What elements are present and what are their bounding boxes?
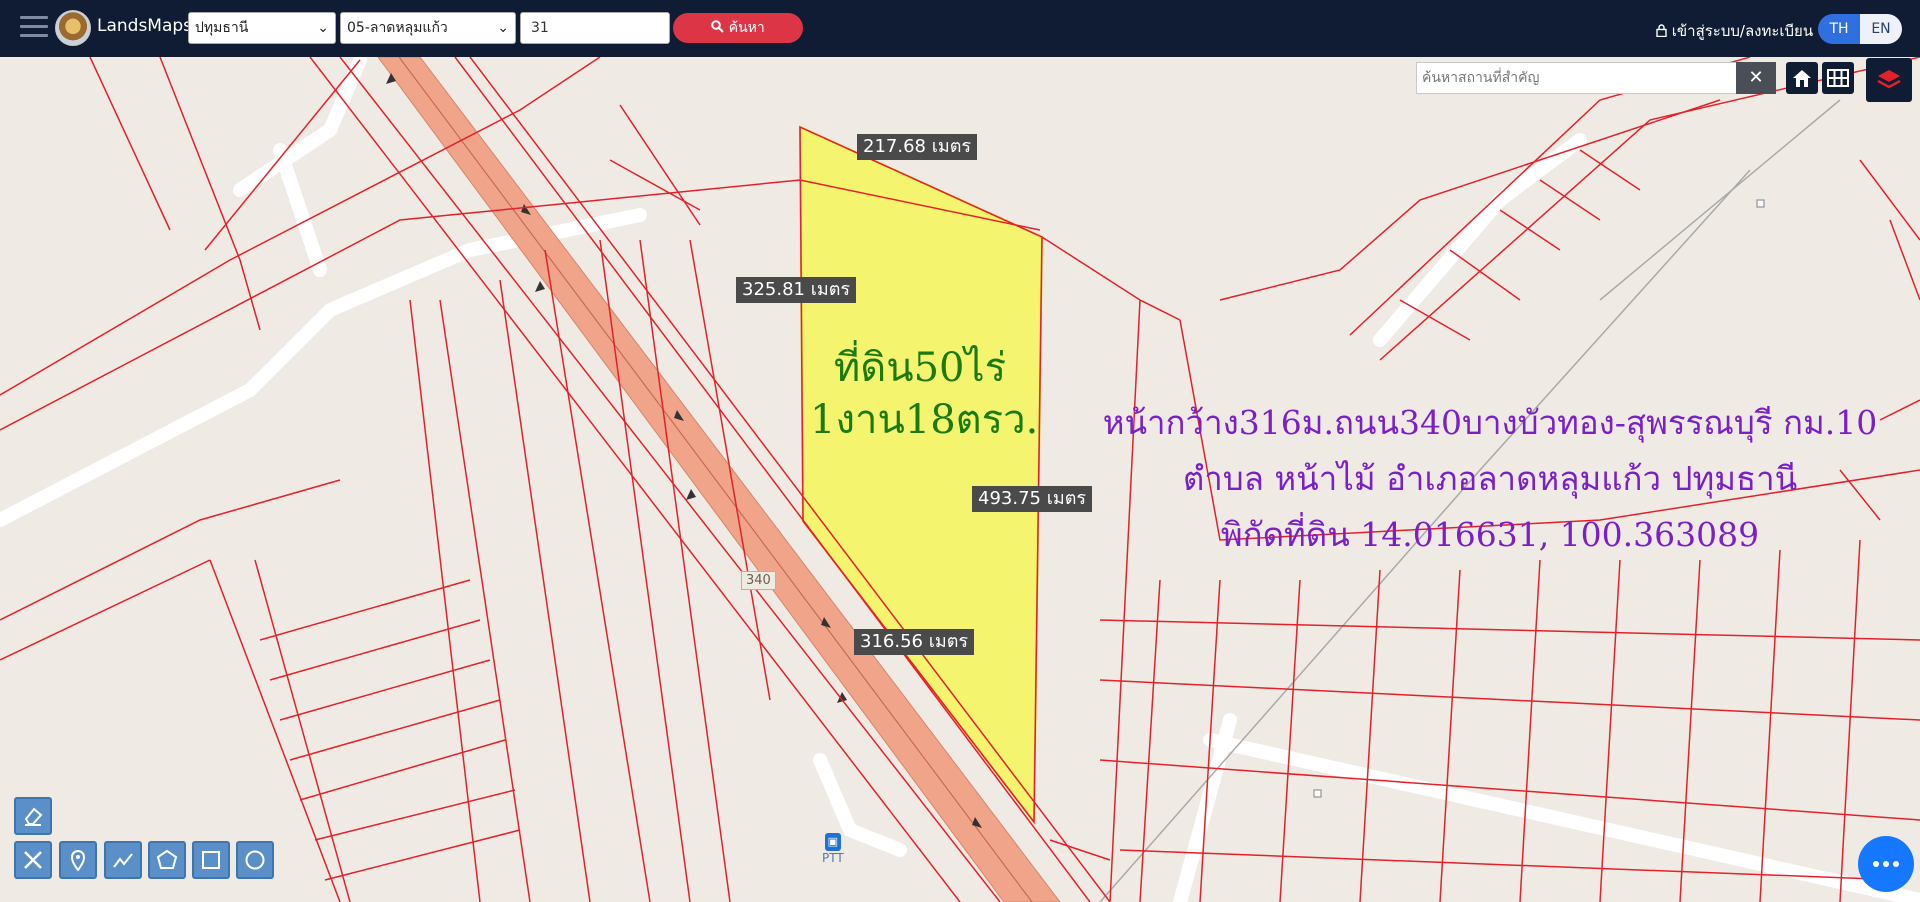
grid-icon: [1827, 69, 1849, 87]
login-label: เข้าสู่ระบบ/ลงทะเบียน: [1671, 22, 1814, 40]
province-value: ปทุมธานี: [195, 20, 249, 36]
home-icon: [1793, 70, 1811, 87]
polyline-tool-button[interactable]: [104, 841, 142, 879]
land-area-line1: ที่ดิน50ไร่: [833, 345, 1007, 391]
grid-button[interactable]: [1822, 62, 1854, 94]
measure-left: 325.81 เมตร: [736, 277, 857, 303]
home-button[interactable]: [1786, 62, 1818, 94]
login-link[interactable]: เข้าสู่ระบบ/ลงทะเบียน: [1656, 19, 1813, 43]
search-button[interactable]: ค้นหา: [673, 13, 803, 43]
district-select[interactable]: 05-ลาดหลุมแก้ว ⌄: [340, 12, 516, 44]
menu-icon[interactable]: [20, 16, 48, 40]
search-icon: [711, 20, 724, 33]
landsmaps-logo: [55, 10, 91, 46]
province-select[interactable]: ปทุมธานี ⌄: [188, 12, 336, 44]
chevron-down-icon: ⌄: [317, 20, 329, 36]
map-canvas[interactable]: 217.68 เมตร 325.81 เมตร 493.75 เมตร 316.…: [0, 57, 1920, 902]
poi-label: PTT: [822, 851, 844, 865]
land-area-label: ที่ดิน50ไร่ 1งาน18ตรว.: [810, 342, 1039, 446]
brand-name: LandsMaps: [97, 16, 193, 36]
polygon-icon: [156, 849, 178, 869]
measure-bottom: 316.56 เมตร: [854, 629, 975, 655]
search-button-label: ค้นหา: [728, 20, 765, 36]
measure-top: 217.68 เมตร: [857, 134, 978, 160]
fuel-pump-icon: ▣: [824, 833, 841, 851]
rectangle-icon: [202, 851, 220, 869]
lang-en-button[interactable]: EN: [1860, 14, 1902, 44]
location-note: หน้ากว้าง316ม.ถนน340บางบัวทอง-สุพรรณบุรี…: [1100, 395, 1880, 563]
parcel-number-input[interactable]: 31: [520, 12, 670, 44]
circle-tool-button[interactable]: [236, 841, 274, 879]
land-area-line2: 1งาน18ตรว.: [810, 397, 1039, 443]
gas-station-poi[interactable]: ▣ PTT: [822, 833, 844, 865]
rectangle-tool-button[interactable]: [192, 841, 230, 879]
road-number-shield: 340: [741, 571, 776, 590]
district-value: 05-ลาดหลุมแก้ว: [347, 20, 448, 36]
eraser-tool-button[interactable]: [14, 797, 52, 835]
note-line1: หน้ากว้าง316ม.ถนน340บางบัวทอง-สุพรรณบุรี…: [1102, 403, 1878, 442]
top-navbar: LandsMaps ปทุมธานี ⌄ 05-ลาดหลุมแก้ว ⌄ 31…: [0, 0, 1920, 57]
note-line2: ตำบล หน้าไม้ อำเภอลาดหลุมแก้ว ปทุมธานี: [1182, 459, 1798, 498]
lock-icon: [1656, 24, 1667, 38]
eraser-icon: [24, 807, 43, 826]
polyline-icon: [113, 853, 133, 868]
polygon-tool-button[interactable]: [148, 841, 186, 879]
note-line3: พิกัดที่ดิน 14.016631, 100.363089: [1220, 515, 1760, 554]
clear-search-button[interactable]: ✕: [1736, 62, 1776, 94]
chevron-down-icon: ⌄: [497, 20, 509, 36]
measure-icon: [24, 851, 42, 869]
chat-button[interactable]: [1858, 836, 1914, 892]
measure-tool-button[interactable]: [14, 841, 52, 879]
pin-tool-button[interactable]: [59, 841, 97, 879]
place-search-input[interactable]: ค้นหาสถานที่สำคัญ: [1416, 62, 1738, 94]
measure-right: 493.75 เมตร: [972, 486, 1093, 512]
layers-icon: [1877, 70, 1901, 89]
layers-button[interactable]: [1866, 58, 1912, 102]
lang-th-button[interactable]: TH: [1818, 14, 1860, 44]
circle-icon: [245, 850, 265, 870]
pin-icon: [70, 850, 86, 871]
